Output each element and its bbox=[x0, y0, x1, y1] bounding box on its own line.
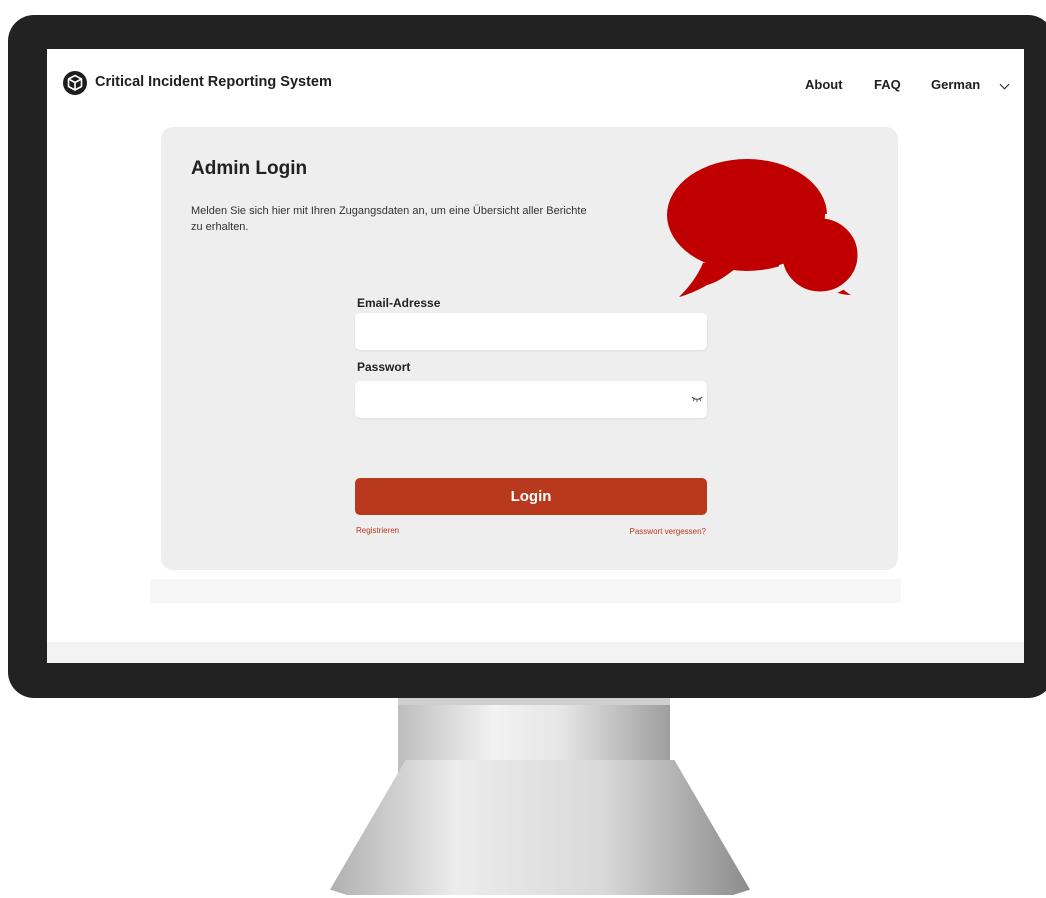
register-link[interactable]: Registrieren bbox=[356, 526, 399, 535]
top-navbar: Critical Incident Reporting System About… bbox=[47, 49, 1024, 121]
password-label: Passwort bbox=[357, 360, 411, 374]
monitor-stand-base bbox=[330, 760, 750, 895]
cube-icon bbox=[63, 71, 87, 95]
password-field[interactable] bbox=[355, 381, 707, 418]
login-card: Admin Login Melden Sie sich hier mit Ihr… bbox=[161, 127, 898, 570]
email-label: Email-Adresse bbox=[357, 296, 441, 310]
speech-bubbles-icon bbox=[667, 159, 863, 297]
chevron-down-icon[interactable] bbox=[999, 79, 1010, 90]
language-select[interactable]: German bbox=[931, 77, 980, 92]
forgot-password-link[interactable]: Passwort vergessen? bbox=[616, 527, 706, 536]
footer-band bbox=[47, 642, 1024, 663]
login-description: Melden Sie sich hier mit Ihren Zugangsda… bbox=[191, 205, 587, 233]
email-field[interactable] bbox=[355, 313, 707, 350]
app-title[interactable]: Critical Incident Reporting System bbox=[95, 74, 332, 90]
nav-faq-link[interactable]: FAQ bbox=[874, 77, 901, 92]
eye-closed-icon[interactable] bbox=[691, 395, 703, 403]
page-title: Admin Login bbox=[191, 158, 308, 179]
nav-about-link[interactable]: About bbox=[805, 77, 843, 92]
content-strip bbox=[150, 579, 901, 603]
login-button[interactable]: Login bbox=[355, 478, 707, 515]
monitor-screen: Critical Incident Reporting System About… bbox=[47, 49, 1024, 663]
